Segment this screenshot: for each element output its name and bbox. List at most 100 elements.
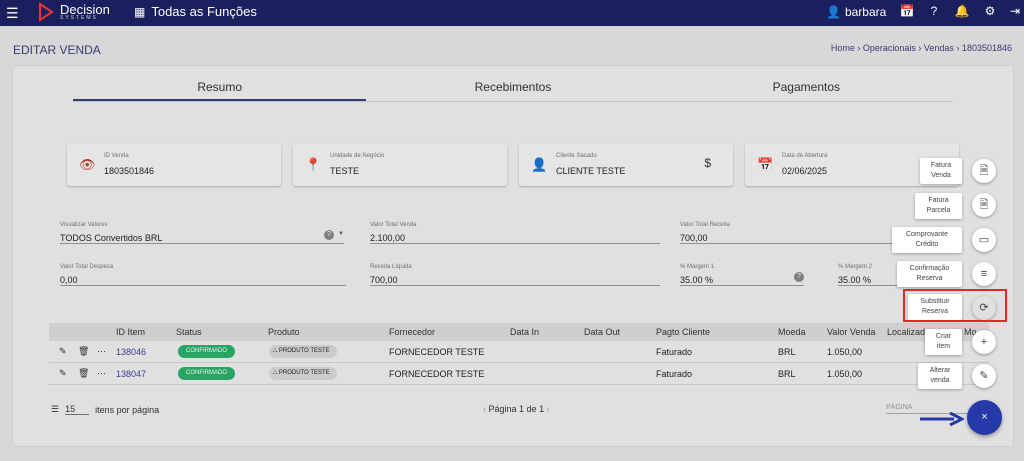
list-icon: ☰	[51, 404, 60, 414]
field-label: Visualizar Valores	[60, 222, 108, 228]
top-navbar: ☰ Decision SYSTEMS ▦ Todas as Funções 👤 …	[0, 0, 1024, 26]
speed-dial-label: Criar item	[925, 329, 962, 355]
status-badge: CONFIRMADO	[178, 367, 235, 380]
item-id-link[interactable]: 138046	[116, 347, 146, 357]
tab-bar: Resumo Recebimentos Pagamentos	[73, 76, 953, 102]
field-value: 35.00 %	[680, 275, 714, 285]
items-per-page: ☰ 15 itens por página	[51, 404, 159, 415]
column-header[interactable]: Fornecedor	[389, 327, 435, 337]
speed-dial-label: Alterar venda	[918, 363, 962, 389]
info-box-id-venda: 👁 ID Venda 1803501846	[67, 144, 281, 186]
person-icon: 👤	[531, 157, 548, 172]
speed-dial-label: Confirmação Reserva	[897, 261, 962, 287]
pencil-icon[interactable]: ✎	[972, 364, 996, 388]
column-header[interactable]: Data Out	[584, 327, 620, 337]
pagto-cell: Faturado	[656, 347, 693, 357]
margem-1-field[interactable]: % Margem 1 35.00 % ?	[680, 264, 804, 286]
valor-total-venda-field[interactable]: Valor Total Venda 2.100,00	[370, 222, 660, 244]
all-functions-label: Todas as Funções	[151, 4, 257, 19]
status-badge: CONFIRMADO	[178, 345, 235, 358]
main-card: Resumo Recebimentos Pagamentos 👁 ID Vend…	[13, 66, 1013, 446]
help-icon[interactable]: ?	[794, 272, 804, 282]
grid-icon: ▦	[134, 4, 146, 19]
next-page-icon[interactable]: ›	[547, 404, 550, 414]
field-value: TODOS Convertidos BRL	[60, 233, 163, 243]
valor-total-despesa-field[interactable]: Valor Total Despesa 0,00	[60, 264, 346, 286]
trash-icon[interactable]: 🗑	[78, 368, 89, 379]
help-icon[interactable]: ?	[926, 4, 942, 20]
table-row: ✎ 🗑 ⋯ 138047 CONFIRMADO ⛬ PRODUTO TESTE …	[49, 363, 989, 385]
page-info: 1 de 1	[519, 404, 545, 414]
visualizar-valores-select[interactable]: Visualizar Valores TODOS Convertidos BRL…	[60, 222, 344, 244]
field-label: % Margem 2	[838, 264, 873, 270]
column-header[interactable]: Pagto Cliente	[656, 327, 710, 337]
column-header[interactable]: Moeda	[778, 327, 806, 337]
username: barbara	[844, 5, 887, 19]
field-value: 2.100,00	[370, 233, 406, 243]
fornecedor-cell: FORNECEDOR TESTE	[389, 369, 485, 379]
field-label: Valor Total Receita	[680, 222, 730, 228]
page-indicator: ‹ Página 1 de 1 ›	[483, 404, 550, 414]
info-label: ID Venda	[104, 153, 129, 159]
calendar-icon[interactable]: 📅	[899, 4, 915, 20]
product-chip: ⛬ PRODUTO TESTE	[269, 367, 337, 380]
user-menu[interactable]: 👤 barbara	[826, 5, 886, 19]
info-value: CLIENTE TESTE	[556, 166, 626, 176]
highlight-box	[903, 289, 1007, 322]
all-functions-menu[interactable]: ▦ Todas as Funções	[134, 4, 257, 19]
info-box-cliente: 👤 Cliente Sacado CLIENTE TESTE $	[519, 144, 733, 186]
valor-cell: 1.050,00	[827, 347, 863, 357]
column-header[interactable]: Produto	[268, 327, 300, 337]
credit-card-icon[interactable]: ▭	[972, 228, 996, 252]
info-value: 02/06/2025	[782, 166, 828, 176]
item-id-link[interactable]: 138047	[116, 369, 146, 379]
valor-total-receita-field[interactable]: Valor Total Receita 700,00	[680, 222, 910, 244]
person-icon: 👤	[826, 5, 841, 19]
receita-liquida-field[interactable]: Receita Líquida 700,00	[370, 264, 660, 286]
logout-icon[interactable]: ⇥	[1007, 4, 1023, 20]
pencil-icon[interactable]: ✎	[59, 368, 67, 379]
moeda-cell: BRL	[778, 369, 796, 379]
tab-recebimentos[interactable]: Recebimentos	[366, 76, 659, 101]
help-icon[interactable]: ?	[324, 230, 334, 240]
pagto-cell: Faturado	[656, 369, 693, 379]
more-icon[interactable]: ⋯	[97, 368, 106, 379]
info-value: TESTE	[330, 166, 360, 176]
moeda-cell: BRL	[778, 347, 796, 357]
gear-icon[interactable]: ⚙	[982, 4, 998, 20]
notes-icon[interactable]: ≡	[972, 262, 996, 286]
valor-cell: 1.050,00	[827, 369, 863, 379]
plus-icon[interactable]: +	[972, 330, 996, 354]
column-header[interactable]: Valor Venda	[827, 327, 875, 337]
field-label: % Margem 1	[680, 264, 715, 270]
breadcrumb[interactable]: Home › Operacionais › Vendas › 180350184…	[831, 43, 1012, 53]
document-icon[interactable]: 🗎	[972, 193, 996, 217]
per-page-select[interactable]: 15	[65, 404, 90, 415]
field-value: 35.00 %	[838, 275, 872, 285]
info-label: Cliente Sacado	[556, 153, 597, 159]
brand-tagline: SYSTEMS	[60, 15, 98, 21]
page-label: Página	[488, 404, 517, 414]
pencil-icon[interactable]: ✎	[59, 346, 67, 357]
column-header[interactable]: Status	[176, 327, 202, 337]
column-header[interactable]: Data In	[510, 327, 539, 337]
field-value: 700,00	[680, 233, 708, 243]
brand-logo[interactable]: Decision SYSTEMS	[38, 2, 110, 22]
bell-icon[interactable]: 🔔	[954, 4, 970, 20]
column-header[interactable]: ID Item	[116, 327, 145, 337]
calendar-icon: 📅	[757, 157, 774, 172]
speed-dial-label: Fatura Venda	[920, 158, 962, 184]
document-icon[interactable]: 🗎	[972, 159, 996, 183]
table-row: ✎ 🗑 ⋯ 138046 CONFIRMADO ⛬ PRODUTO TESTE …	[49, 341, 989, 363]
money-off-icon[interactable]: $	[704, 156, 711, 170]
product-chip: ⛬ PRODUTO TESTE	[269, 345, 337, 358]
product-name: PRODUTO TESTE	[278, 348, 330, 354]
close-fab-button[interactable]: ×	[967, 400, 1002, 435]
menu-icon[interactable]: ☰	[6, 5, 26, 22]
eye-icon: 👁	[79, 157, 96, 172]
per-page-label: itens por página	[95, 404, 160, 415]
more-icon[interactable]: ⋯	[97, 346, 106, 357]
tab-resumo[interactable]: Resumo	[73, 76, 367, 101]
trash-icon[interactable]: 🗑	[78, 346, 89, 357]
tab-pagamentos[interactable]: Pagamentos	[660, 76, 953, 101]
